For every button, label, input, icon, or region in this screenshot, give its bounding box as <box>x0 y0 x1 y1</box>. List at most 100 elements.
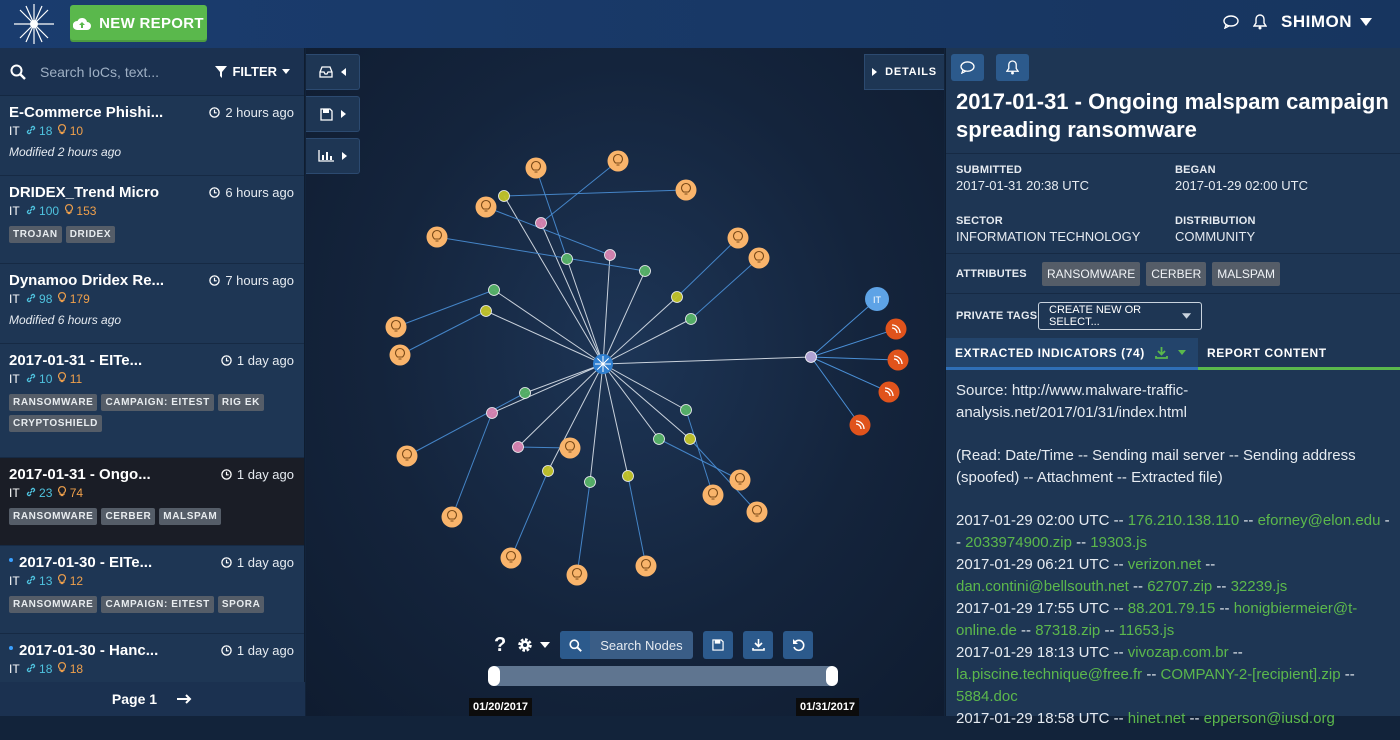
graph-node-indicator[interactable] <box>475 196 497 218</box>
graph-edge[interactable] <box>602 254 611 365</box>
graph-node-indicator[interactable] <box>396 445 418 467</box>
reset-graph-button[interactable] <box>783 631 814 659</box>
tab-report-content[interactable]: REPORT CONTENT <box>1198 338 1400 370</box>
entry-attachment-link[interactable]: 87318.zip <box>1035 622 1100 639</box>
report-list-item[interactable]: Dynamoo Dridex Re... 7 hours ago IT 98 17… <box>0 264 304 344</box>
graph-node-indicator[interactable] <box>635 555 657 577</box>
report-tag[interactable]: SPORA <box>217 596 265 613</box>
entry-file-link[interactable]: 11653.js <box>1119 622 1175 639</box>
graph-edge[interactable] <box>602 363 691 440</box>
entry-attachment-link[interactable]: 62707.zip <box>1147 578 1212 595</box>
graph-node-domain[interactable] <box>561 253 573 265</box>
graph-node-feed[interactable] <box>849 414 871 436</box>
entry-sender-link[interactable]: epperson@iusd.org <box>1204 710 1335 727</box>
graph-edge[interactable] <box>485 310 604 365</box>
graph-edge[interactable] <box>399 310 487 356</box>
graph-edge[interactable] <box>602 270 646 365</box>
graph-edge[interactable] <box>535 167 568 260</box>
entry-file-link[interactable]: 5884.doc <box>956 688 1018 705</box>
report-tag[interactable]: MALSPAM <box>159 508 222 525</box>
graph-edge[interactable] <box>503 189 687 197</box>
report-tag[interactable]: CAMPAIGN: EITEST <box>101 394 214 411</box>
graph-edge[interactable] <box>602 318 692 365</box>
graph-edge[interactable] <box>540 160 619 224</box>
entry-server-link[interactable]: hinet.net <box>1128 710 1186 727</box>
graph-edge[interactable] <box>602 363 687 411</box>
graph-node-indicator[interactable] <box>729 469 751 491</box>
graph-node-domain[interactable] <box>488 284 500 296</box>
graph-edge[interactable] <box>510 470 549 559</box>
entry-sender-link[interactable]: la.piscine.technique@free.fr <box>956 666 1142 683</box>
report-tag[interactable]: CAMPAIGN: EITEST <box>101 596 214 613</box>
bell-icon[interactable] <box>1253 14 1267 30</box>
report-tag[interactable]: RANSOMWARE <box>9 394 98 411</box>
entry-file-link[interactable]: 19303.js <box>1090 534 1147 551</box>
network-graph[interactable]: IT <box>306 48 944 608</box>
filter-button[interactable]: FILTER <box>215 64 290 79</box>
graph-node-domain[interactable] <box>604 249 616 261</box>
report-list-item[interactable]: 2017-01-31 - EITe... 1 day ago IT 10 11 R… <box>0 344 304 458</box>
graph-node-sector-label[interactable]: IT <box>873 295 882 305</box>
graph-node-domain[interactable] <box>535 217 547 229</box>
entry-attachment-link[interactable]: COMPANY-2-[recipient].zip <box>1161 666 1341 683</box>
graph-node-indicator[interactable] <box>389 344 411 366</box>
graph-node-hub[interactable] <box>805 351 817 363</box>
graph-edge[interactable] <box>810 328 897 358</box>
graph-node-domain[interactable] <box>622 470 634 482</box>
settings-menu[interactable] <box>516 636 551 654</box>
notify-button[interactable] <box>996 54 1029 81</box>
graph-node-feed[interactable] <box>887 349 909 371</box>
graph-node-indicator[interactable] <box>702 484 724 506</box>
graph-node-indicator[interactable] <box>748 247 770 269</box>
graph-edge[interactable] <box>658 438 741 481</box>
graph-edge[interactable] <box>602 356 812 365</box>
graph-edge[interactable] <box>685 409 714 496</box>
graph-edge[interactable] <box>810 356 861 426</box>
graph-edge[interactable] <box>503 195 604 365</box>
graph-node-domain[interactable] <box>512 441 524 453</box>
report-list-item[interactable]: 2017-01-30 - EITe... 1 day ago IT 13 12 R… <box>0 546 304 634</box>
report-tag[interactable]: RANSOMWARE <box>9 508 98 525</box>
graph-node-domain[interactable] <box>584 476 596 488</box>
entry-server-link[interactable]: vivozap.com.br <box>1128 644 1229 661</box>
graph-edge[interactable] <box>589 363 604 483</box>
graph-edge[interactable] <box>810 356 890 393</box>
save-graph-button[interactable] <box>703 631 734 659</box>
graph-node-domain[interactable] <box>671 291 683 303</box>
attribute-tag[interactable]: MALSPAM <box>1212 261 1281 286</box>
graph-edge[interactable] <box>524 363 604 394</box>
entry-server-link[interactable]: 88.201.79.15 <box>1128 600 1216 617</box>
graph-edge[interactable] <box>602 296 678 365</box>
graph-edge[interactable] <box>406 392 526 457</box>
graph-node-indicator[interactable] <box>746 501 768 523</box>
private-tags-select[interactable]: CREATE NEW OR SELECT... <box>1038 302 1202 330</box>
graph-node-domain[interactable] <box>639 265 651 277</box>
attribute-tag[interactable]: RANSOMWARE <box>1042 261 1141 286</box>
report-list-item[interactable]: DRIDEX_Trend Micro 6 hours ago IT 100 153… <box>0 176 304 264</box>
report-tag[interactable]: CRYPTOSHIELD <box>9 415 102 432</box>
chevron-down-icon[interactable] <box>1177 350 1186 355</box>
graph-node-indicator[interactable] <box>441 506 463 528</box>
graph-node-indicator[interactable] <box>559 437 581 459</box>
graph-node-indicator[interactable] <box>385 316 407 338</box>
report-list-item[interactable]: E-Commerce Phishi... 2 hours ago IT 18 10… <box>0 96 304 176</box>
help-icon[interactable]: ? <box>494 634 506 657</box>
attribute-tag[interactable]: CERBER <box>1146 261 1207 286</box>
search-nodes-input[interactable]: Search Nodes <box>560 631 694 659</box>
graph-node-indicator[interactable] <box>675 179 697 201</box>
graph-edge[interactable] <box>810 356 899 361</box>
graph-node-domain[interactable] <box>680 404 692 416</box>
graph-node-indicator[interactable] <box>426 226 448 248</box>
new-report-button[interactable]: NEW REPORT <box>70 5 207 42</box>
comment-button[interactable] <box>951 54 984 81</box>
graph-canvas[interactable]: DETAILS IT ? Search Nodes 01/20/2017 01/… <box>306 48 944 716</box>
graph-edge[interactable] <box>810 298 878 358</box>
download-icon[interactable] <box>1155 346 1168 359</box>
graph-node-feed[interactable] <box>878 381 900 403</box>
graph-node-domain[interactable] <box>653 433 665 445</box>
tab-extracted-indicators[interactable]: EXTRACTED INDICATORS (74) <box>946 338 1198 370</box>
report-tag[interactable]: RIG EK <box>217 394 264 411</box>
graph-node-domain[interactable] <box>486 407 498 419</box>
graph-edge[interactable] <box>627 475 647 567</box>
entry-server-link[interactable]: 176.210.138.110 <box>1128 512 1240 529</box>
